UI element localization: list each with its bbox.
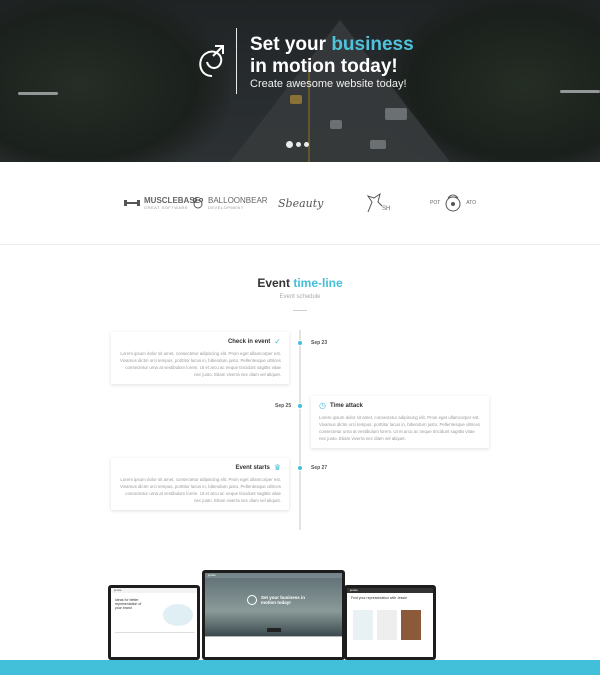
slider-dot[interactable]	[286, 141, 293, 148]
device-mockups: jessie Ideas for better representation o…	[0, 565, 600, 660]
timeline-node	[297, 403, 303, 409]
chef-badge-icon	[445, 194, 461, 212]
timeline-card-time-attack: ◷ Time attack Lorem ipsum dolor sit amet…	[311, 396, 489, 448]
client-logo-musclebase[interactable]: MUSCLEBASE GREAT SOFTWARE	[124, 190, 200, 216]
event-title: Time attack	[329, 403, 363, 409]
laptop-center-screen: jessie Set your business in motion today…	[205, 573, 342, 657]
timeline-title-accent: time-line	[293, 276, 343, 290]
horse-icon	[366, 192, 383, 213]
mock-logo-icon	[247, 595, 257, 605]
hero-banner: Set your business in motion today! Creat…	[0, 0, 600, 162]
mock-dots	[267, 628, 281, 632]
mock-heading: Find your representation with Jessie	[351, 596, 408, 600]
client-logos: MUSCLEBASE GREAT SOFTWARE BALLOONBEAR DEVE…	[0, 162, 600, 245]
timeline-node	[297, 465, 303, 471]
footer-band	[0, 660, 600, 675]
client-logo-potato[interactable]: POT ATO	[430, 190, 476, 216]
client-logo-balloonbear[interactable]: BALLOONBEAR DEVELOPMENT	[192, 190, 268, 216]
hero-title: Set your business in motion today!	[250, 34, 470, 78]
client-name-text: SH	[382, 206, 391, 212]
crown-icon: ♛	[273, 463, 281, 472]
card-head: Check in event ✓	[119, 338, 281, 346]
event-description: Lorem ipsum dolor sit amet, consectetur …	[120, 477, 281, 503]
laptop-left-screen: jessie Ideas for better representation o…	[111, 588, 197, 657]
mock-product	[401, 610, 421, 640]
event-description: Lorem ipsum dolor sit amet, consectetur …	[120, 351, 281, 377]
hero-divider	[236, 28, 237, 94]
hero-subtitle: Create awesome website today!	[250, 78, 407, 90]
event-date: Sep 25	[275, 403, 292, 409]
laptop-left: jessie Ideas for better representation o…	[108, 585, 200, 660]
client-logo-sbeauty[interactable]: Sbeauty	[278, 190, 323, 216]
hero-title-accent: business	[331, 34, 414, 55]
mock-title: Set your business in motion today!	[261, 595, 306, 605]
timeline-node	[297, 340, 303, 346]
timeline-title-plain: Event	[257, 276, 294, 290]
clock-icon: ◷	[319, 401, 326, 410]
check-icon: ✓	[274, 337, 281, 346]
event-date: Sep 27	[311, 465, 328, 471]
laptop-right: jessie Find your representation with Jes…	[344, 585, 436, 660]
timeline-subtitle: Event schedule	[279, 294, 321, 300]
client-logo-sh[interactable]: SH	[364, 190, 390, 216]
timeline-card-event-starts: Event starts ♛ Lorem ipsum dolor sit ame…	[111, 458, 289, 510]
dumbbell-icon	[124, 200, 140, 206]
event-description: Lorem ipsum dolor sit amet, consectetur …	[319, 415, 480, 441]
slider-dot[interactable]	[304, 142, 309, 147]
mock-image	[163, 604, 193, 626]
event-title: Check in event	[227, 339, 271, 345]
client-name: BALLOONBEAR DEVELOPMENT	[208, 196, 268, 210]
card-head: ◷ Time attack	[319, 402, 481, 410]
timeline-line	[299, 330, 301, 530]
bear-icon	[193, 198, 203, 209]
timeline-card-checkin: Check in event ✓ Lorem ipsum dolor sit a…	[111, 332, 289, 384]
mock-brand: jessie	[205, 573, 342, 578]
client-tagline: DEVELOPMENT	[208, 205, 244, 210]
hero-title-part: Set your	[250, 34, 332, 55]
laptop-right-screen: jessie Find your representation with Jes…	[347, 588, 433, 657]
slider-dot[interactable]	[296, 142, 301, 147]
client-name-left: POT	[430, 200, 441, 206]
client-name-text: Sbeauty	[278, 196, 324, 210]
mock-product	[353, 610, 373, 640]
client-name-text: BALLOONBEAR	[208, 196, 268, 205]
card-head: Event starts ♛	[119, 464, 281, 472]
event-title: Event starts	[235, 465, 270, 471]
event-date: Sep 23	[311, 340, 328, 346]
client-name-right: ATO	[466, 200, 477, 206]
hero-title-line2: in motion today!	[250, 56, 398, 77]
slider-dots	[286, 141, 309, 148]
mock-product	[377, 610, 397, 640]
mock-heading: Ideas for better representation of your …	[115, 598, 142, 610]
laptop-center: jessie Set your business in motion today…	[202, 570, 345, 660]
timeline-title: Event time-line	[0, 276, 600, 290]
timeline-divider	[293, 310, 307, 311]
arrow-loop-icon	[199, 45, 224, 77]
mock-rule	[115, 632, 195, 633]
